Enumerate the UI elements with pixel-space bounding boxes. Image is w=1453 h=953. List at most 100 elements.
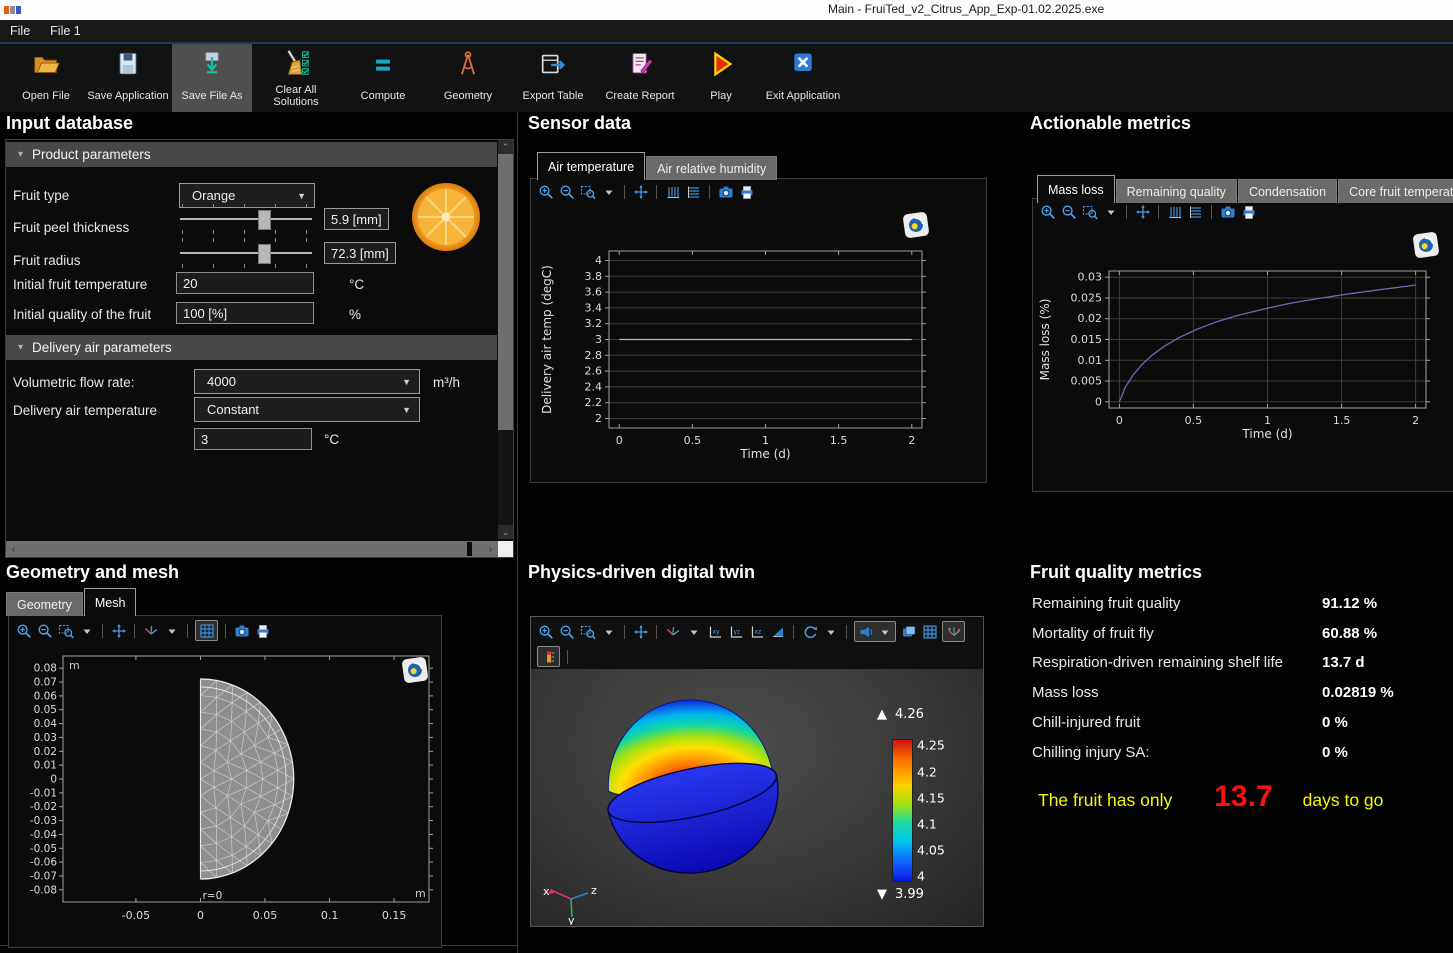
export-table-button[interactable]: Export Table [510, 44, 596, 112]
flow-rate-select[interactable]: 4000 ▼ [194, 369, 420, 394]
extents-icon[interactable] [632, 183, 649, 200]
save-application-button[interactable]: Save Application [84, 44, 172, 112]
caret-icon[interactable] [822, 623, 839, 640]
geometry-button[interactable]: Geometry [426, 44, 510, 112]
zoom-in-icon[interactable] [1039, 203, 1056, 220]
zoom-in-icon[interactable] [537, 183, 554, 200]
rotate-icon[interactable] [801, 623, 818, 640]
extents-icon[interactable] [110, 622, 127, 639]
camera-icon[interactable] [717, 183, 734, 200]
twin-3d-scene[interactable]: ▲4.26 4.25 4.2 4.15 4.1 4.05 4 ▼3.99 x z… [531, 669, 983, 926]
peel-thickness-value[interactable]: 5.9 [mm] [324, 208, 389, 230]
caret-icon[interactable] [163, 622, 180, 639]
mesh-plot-area[interactable]: 0.080.070.060.050.040.030.020.010-0.01-0… [9, 646, 439, 949]
toolbar-toggle-group[interactable] [942, 621, 965, 642]
print-icon[interactable] [254, 622, 271, 639]
caret-icon[interactable] [600, 183, 617, 200]
peel-thickness-slider[interactable] [180, 204, 312, 234]
print-icon[interactable] [738, 183, 755, 200]
caret-icon[interactable] [78, 622, 95, 639]
zoom-out-icon[interactable] [558, 183, 575, 200]
zoom-box-icon[interactable] [57, 622, 74, 639]
delivery-air-parameters-header[interactable]: ▾ Delivery air parameters [6, 335, 497, 360]
collapse-icon[interactable]: ▾ [18, 149, 23, 160]
extents-icon[interactable] [632, 623, 649, 640]
print-icon[interactable] [1240, 203, 1257, 220]
sensor-plot-area[interactable]: 22.22.42.62.833.23.43.63.8400.511.52Time… [531, 209, 982, 484]
metric-value: 0.02819 % [1322, 684, 1394, 701]
tab-condensation[interactable]: Condensation [1238, 179, 1337, 203]
menu-file-1[interactable]: File 1 [40, 20, 91, 42]
tab-mass-loss[interactable]: Mass loss [1037, 175, 1115, 203]
mass-loss-plot-area[interactable]: 00.0050.010.0150.020.0250.0300.511.52Tim… [1033, 229, 1450, 489]
grid-x-icon[interactable] [664, 183, 681, 200]
create-report-button[interactable]: Create Report [596, 44, 684, 112]
zoom-in-icon[interactable] [537, 623, 554, 640]
svg-text:2.6: 2.6 [585, 365, 603, 378]
view-yz-icon[interactable]: yz [727, 623, 744, 640]
tab-geometry[interactable]: Geometry [6, 592, 83, 616]
grid-y-icon[interactable] [685, 183, 702, 200]
tab-remaining-quality[interactable]: Remaining quality [1116, 179, 1237, 203]
tab-mesh[interactable]: Mesh [84, 588, 137, 616]
scroll-right-icon[interactable]: › [483, 544, 498, 555]
setpoint-input[interactable] [194, 428, 312, 450]
persp-icon[interactable] [769, 623, 786, 640]
extents-icon[interactable] [1134, 203, 1151, 220]
colorbar-tick: 4.25 [917, 738, 945, 753]
mesh-grid-icon[interactable] [198, 622, 215, 639]
warning-number: 13.7 [1214, 780, 1272, 814]
svg-text:m: m [415, 887, 426, 900]
save-as-icon [197, 49, 227, 79]
grid-y-icon[interactable] [1187, 203, 1204, 220]
initial-quality-input[interactable] [176, 302, 314, 324]
view-xz-icon[interactable]: xz [748, 623, 765, 640]
tab-core-fruit-temperature[interactable]: Core fruit temperature [1338, 179, 1453, 203]
mesh-grid-icon[interactable] [921, 623, 938, 640]
save-file-as-button[interactable]: Save File As [172, 44, 252, 112]
zoom-box-icon[interactable] [579, 623, 596, 640]
caret-icon[interactable] [1102, 203, 1119, 220]
zoom-box-icon[interactable] [1081, 203, 1098, 220]
clear-all-solutions-button[interactable]: Clear All Solutions [252, 44, 340, 112]
tab-air-temperature[interactable]: Air temperature [537, 152, 645, 180]
menu-file[interactable]: File [0, 20, 40, 42]
caret-icon[interactable] [876, 623, 893, 640]
legend-icon[interactable] [540, 648, 557, 665]
scroll-up-icon[interactable]: ⌃ [498, 140, 513, 154]
horizontal-scrollbar[interactable]: ‹ › [6, 541, 498, 557]
zoom-box-icon[interactable] [579, 183, 596, 200]
grid-x-icon[interactable] [1166, 203, 1183, 220]
scroll-left-icon[interactable]: ‹ [6, 544, 21, 555]
open-file-button[interactable]: Open File [8, 44, 84, 112]
light-icon[interactable] [857, 623, 874, 640]
exit-application-button[interactable]: Exit Application [758, 44, 848, 112]
vertical-scrollbar[interactable]: ⌃ ⌄ [498, 140, 513, 539]
fruit-radius-slider[interactable] [180, 238, 312, 268]
product-parameters-header[interactable]: ▾ Product parameters [6, 142, 497, 167]
fruit-radius-value[interactable]: 72.3 [mm] [324, 242, 396, 264]
delivery-temp-select[interactable]: Constant ▼ [194, 397, 420, 422]
axis-triad-icon[interactable] [664, 623, 681, 640]
toolbar-toggle-group[interactable] [854, 621, 896, 642]
caret-icon[interactable] [600, 623, 617, 640]
play-button[interactable]: Play [684, 44, 758, 112]
scene-icon[interactable] [900, 623, 917, 640]
compute-button[interactable]: Compute [340, 44, 426, 112]
camera-icon[interactable] [233, 622, 250, 639]
zoom-out-icon[interactable] [1060, 203, 1077, 220]
axis-triad-icon[interactable] [142, 622, 159, 639]
scroll-down-icon[interactable]: ⌄ [498, 525, 513, 539]
camera-icon[interactable] [1219, 203, 1236, 220]
zoom-out-icon[interactable] [36, 622, 53, 639]
collapse-icon[interactable]: ▾ [18, 342, 23, 353]
toolbar-toggle-group[interactable] [537, 646, 560, 667]
zoom-in-icon[interactable] [15, 622, 32, 639]
toolbar-toggle-group[interactable] [195, 620, 218, 641]
caret-icon[interactable] [685, 623, 702, 640]
zoom-out-icon[interactable] [558, 623, 575, 640]
initial-temp-input[interactable] [176, 272, 314, 294]
axis-small-icon[interactable] [945, 623, 962, 640]
tab-air-relative-humidity[interactable]: Air relative humidity [646, 156, 777, 180]
view-xy-icon[interactable]: xy [706, 623, 723, 640]
